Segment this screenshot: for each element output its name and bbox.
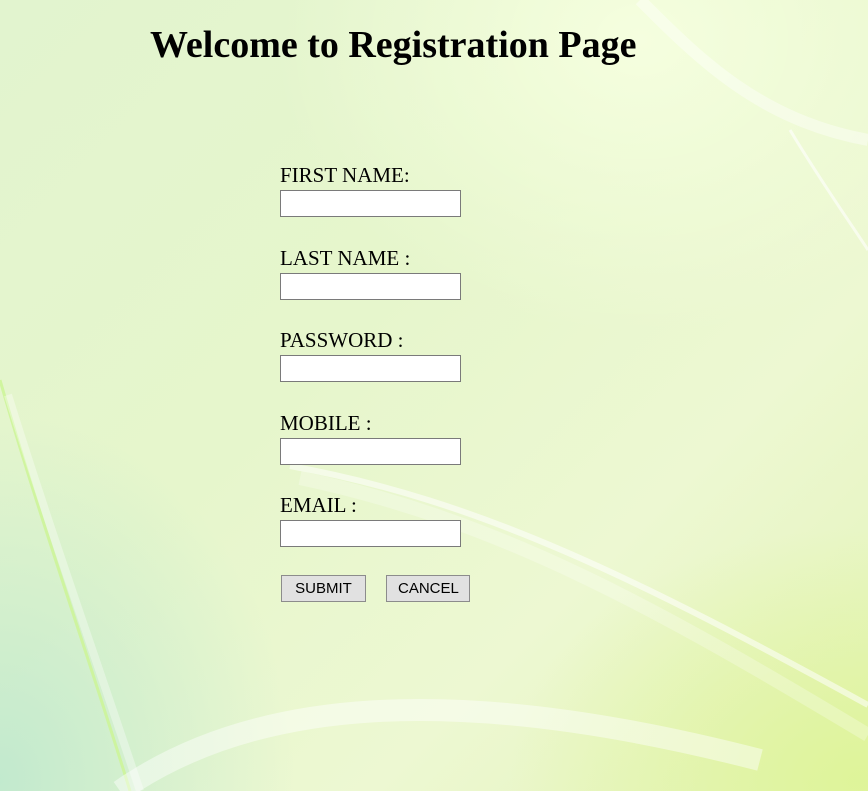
mobile-group: MOBILE : xyxy=(280,410,540,493)
first-name-input[interactable] xyxy=(280,190,461,217)
email-label: EMAIL : xyxy=(280,493,357,517)
first-name-group: FIRST NAME: xyxy=(280,162,540,245)
form-actions: SUBMIT CANCEL xyxy=(281,575,470,602)
page-title: Welcome to Registration Page xyxy=(150,24,637,66)
email-input[interactable] xyxy=(280,520,461,547)
first-name-label: FIRST NAME: xyxy=(280,163,410,187)
password-group: PASSWORD : xyxy=(280,327,540,410)
email-group: EMAIL : xyxy=(280,492,540,575)
password-input[interactable] xyxy=(280,355,461,382)
mobile-input[interactable] xyxy=(280,437,461,465)
password-label: PASSWORD : xyxy=(280,328,404,352)
last-name-input[interactable] xyxy=(280,272,461,300)
mobile-label: MOBILE : xyxy=(280,410,372,435)
last-name-group: LAST NAME : xyxy=(280,245,540,328)
submit-button[interactable]: SUBMIT xyxy=(281,575,366,602)
registration-form: FIRST NAME: LAST NAME : PASSWORD : MOBIL… xyxy=(280,162,540,575)
last-name-label: LAST NAME : xyxy=(280,245,411,270)
cancel-button[interactable]: CANCEL xyxy=(386,575,470,602)
